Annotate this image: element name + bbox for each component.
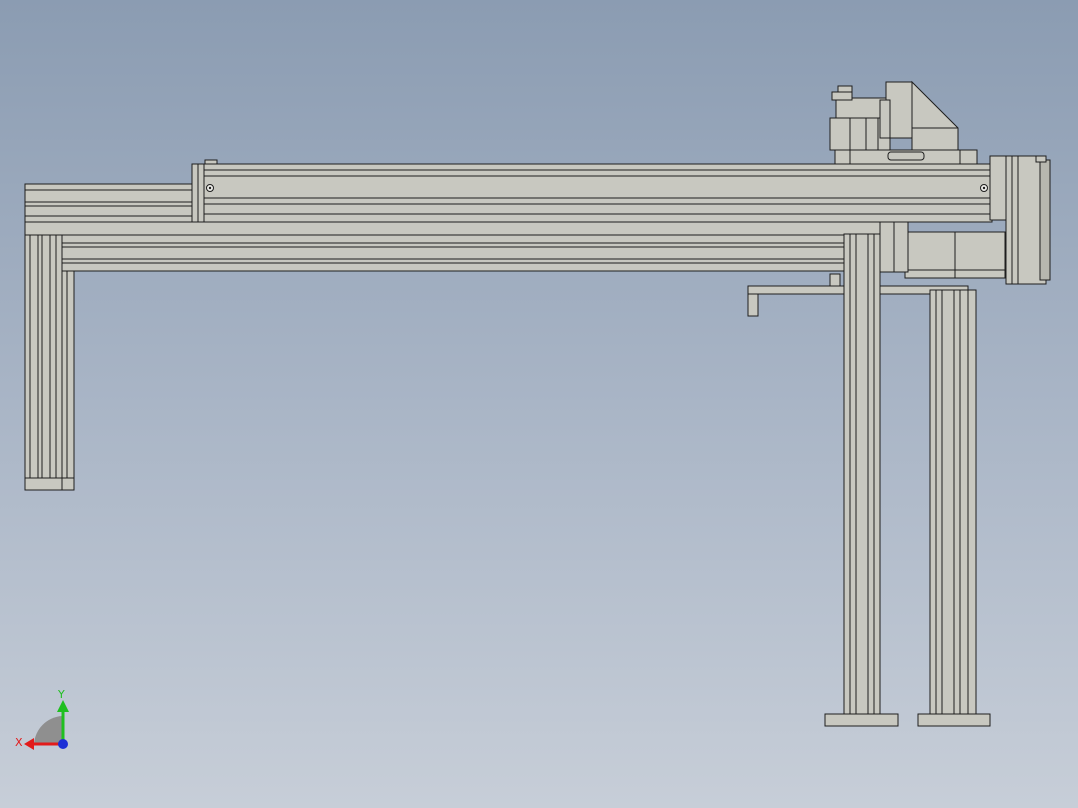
triad-plane-icon: [34, 716, 62, 744]
right-leg-rear[interactable]: [917, 289, 991, 727]
cad-viewport[interactable]: Y X: [0, 0, 1078, 808]
right-leg-front[interactable]: [824, 233, 899, 727]
lower-horizontal-beam[interactable]: [24, 221, 896, 272]
left-support-column[interactable]: [24, 233, 75, 491]
gantry-model[interactable]: [0, 0, 1078, 808]
coordinate-triad-icon: Y X: [15, 688, 69, 750]
x-axis-label: X: [15, 736, 23, 749]
y-axis-label: Y: [57, 688, 65, 701]
carriage-assembly[interactable]: [829, 80, 978, 165]
z-axis-icon: [58, 739, 68, 749]
motor-block[interactable]: [879, 221, 1006, 279]
pin-left: [747, 293, 759, 317]
linear-axis-profile[interactable]: [191, 159, 993, 223]
